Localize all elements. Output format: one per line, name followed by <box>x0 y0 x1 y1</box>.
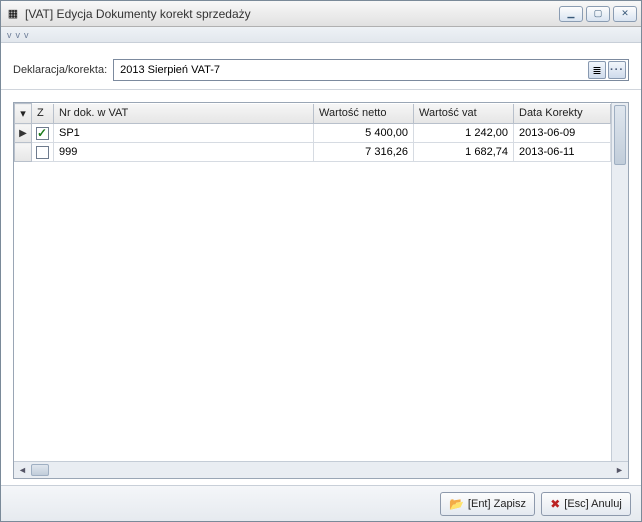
titlebar: ▦ [VAT] Edycja Dokumenty korekt sprzedaż… <box>1 1 641 27</box>
col-netto[interactable]: Wartość netto <box>314 104 414 124</box>
declaration-more-button[interactable]: ··· <box>608 61 626 79</box>
toolbar-chevrons: v v v <box>1 27 641 43</box>
cell-date: 2013-06-09 <box>514 124 611 143</box>
col-date[interactable]: Data Korekty <box>514 104 611 124</box>
close-button[interactable]: ✕ <box>613 6 637 22</box>
scroll-right-button[interactable]: ► <box>611 462 628 479</box>
current-row-icon: ▶ <box>19 128 27 139</box>
cancel-icon: ✖ <box>550 497 560 511</box>
chevron-down-icon[interactable]: v <box>24 30 29 40</box>
window-controls: ▁ ▢ ✕ <box>559 6 637 22</box>
form-panel: Deklaracja/korekta: 2013 Sierpień VAT-7 … <box>1 43 641 90</box>
declaration-label: Deklaracja/korekta: <box>13 64 107 76</box>
cell-netto: 5 400,00 <box>314 124 414 143</box>
declaration-open-button[interactable]: ≣ <box>588 61 606 79</box>
window-title: [VAT] Edycja Dokumenty korekt sprzedaży <box>25 7 559 21</box>
checkbox-icon <box>36 146 49 159</box>
cell-vat: 1 682,74 <box>414 143 514 162</box>
horizontal-scrollbar[interactable]: ◄ ► <box>14 461 628 478</box>
folder-icon: 📂 <box>449 497 464 511</box>
chevron-down-icon[interactable]: v <box>16 30 21 40</box>
col-z[interactable]: Z <box>32 104 54 124</box>
app-icon: ▦ <box>5 6 21 22</box>
vertical-scrollbar[interactable] <box>611 103 628 461</box>
grid-header-row: ▾ Z Nr dok. w VAT Wartość netto Wartość … <box>15 104 611 124</box>
row-checkbox-cell[interactable] <box>32 124 54 143</box>
cell-date: 2013-06-11 <box>514 143 611 162</box>
cell-nr: 999 <box>54 143 314 162</box>
save-button-label: [Ent] Zapisz <box>468 498 526 510</box>
cell-netto: 7 316,26 <box>314 143 414 162</box>
declaration-value: 2013 Sierpień VAT-7 <box>120 64 586 76</box>
row-indicator: ▶ <box>15 124 32 143</box>
col-vat[interactable]: Wartość vat <box>414 104 514 124</box>
declaration-combo[interactable]: 2013 Sierpień VAT-7 ≣ ··· <box>113 59 629 81</box>
save-button[interactable]: 📂 [Ent] Zapisz <box>440 492 535 516</box>
scrollbar-thumb[interactable] <box>31 464 49 476</box>
cell-vat: 1 242,00 <box>414 124 514 143</box>
row-indicator <box>15 143 32 162</box>
scrollbar-thumb[interactable] <box>614 105 626 165</box>
footer-bar: 📂 [Ent] Zapisz ✖ [Esc] Anuluj <box>1 485 641 521</box>
col-nr[interactable]: Nr dok. w VAT <box>54 104 314 124</box>
app-window: ▦ [VAT] Edycja Dokumenty korekt sprzedaż… <box>0 0 642 522</box>
cancel-button[interactable]: ✖ [Esc] Anuluj <box>541 492 631 516</box>
minimize-button[interactable]: ▁ <box>559 6 583 22</box>
scroll-left-button[interactable]: ◄ <box>14 462 31 479</box>
book-icon: ≣ <box>592 64 601 77</box>
maximize-button[interactable]: ▢ <box>586 6 610 22</box>
checkbox-icon <box>36 127 49 140</box>
cell-nr: SP1 <box>54 124 314 143</box>
data-grid[interactable]: ▾ Z Nr dok. w VAT Wartość netto Wartość … <box>14 103 611 461</box>
grid-container: ▾ Z Nr dok. w VAT Wartość netto Wartość … <box>13 102 629 479</box>
table-row[interactable]: ▶ SP1 5 400,00 1 242,00 2013-06-09 <box>15 124 611 143</box>
row-checkbox-cell[interactable] <box>32 143 54 162</box>
ellipsis-icon: ··· <box>610 64 624 76</box>
cancel-button-label: [Esc] Anuluj <box>564 498 621 510</box>
table-row[interactable]: 999 7 316,26 1 682,74 2013-06-11 <box>15 143 611 162</box>
chevron-down-icon[interactable]: v <box>7 30 12 40</box>
scrollbar-track[interactable] <box>31 462 611 478</box>
col-selector[interactable]: ▾ <box>15 104 32 124</box>
